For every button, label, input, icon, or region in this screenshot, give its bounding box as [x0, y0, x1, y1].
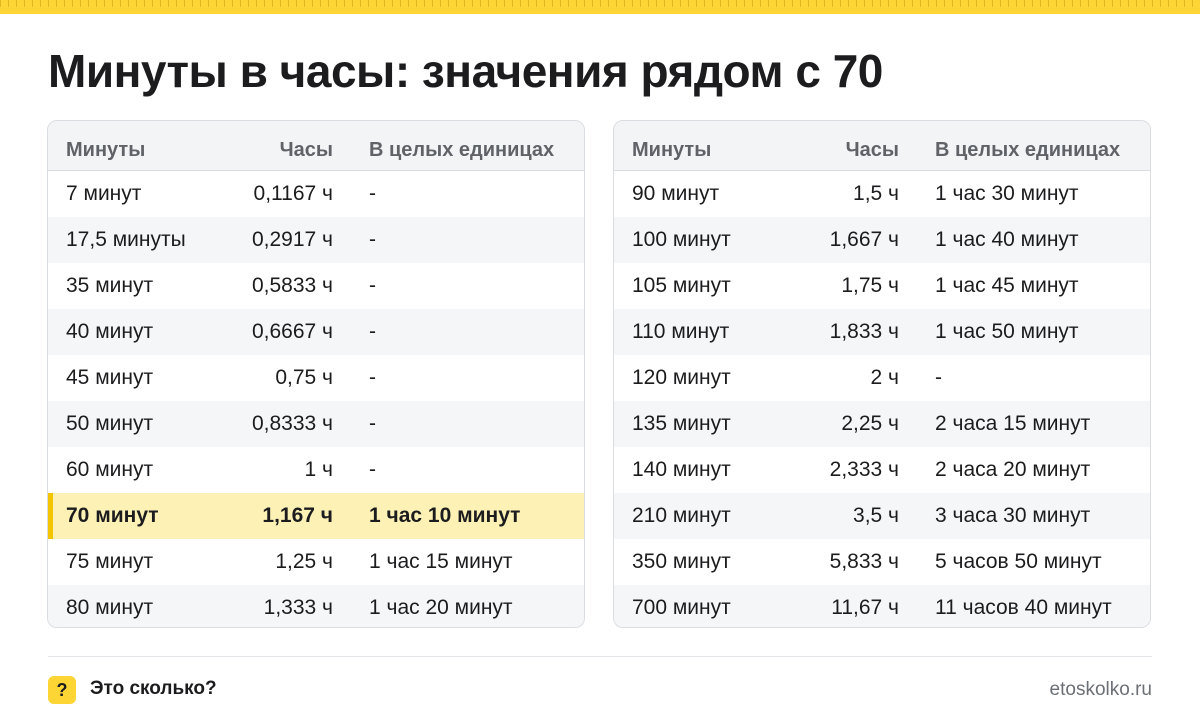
cell-units: 1 час 30 минут [935, 182, 1079, 205]
cell-units: - [369, 458, 376, 481]
cell-units: 1 час 45 минут [935, 274, 1079, 297]
cell-minutes: 60 минут [66, 458, 154, 481]
cell-units: - [369, 412, 376, 435]
cell-minutes: 7 минут [66, 182, 142, 205]
cell-units: 11 часов 40 минут [935, 596, 1112, 619]
cell-minutes: 135 минут [632, 412, 731, 435]
cell-hours: 1,167 ч [262, 504, 333, 527]
cell-hours: 0,75 ч [275, 366, 333, 389]
table-row: 60 минут 1 ч - [48, 447, 584, 493]
table-row: 210 минут 3,5 ч 3 часа 30 минут [614, 493, 1150, 539]
cell-units: 2 часа 20 минут [935, 458, 1091, 481]
cell-minutes: 35 минут [66, 274, 154, 297]
table-row: 45 минут 0,75 ч - [48, 355, 584, 401]
table-body: 90 минут 1,5 ч 1 час 30 минут 100 минут 1,66… [614, 171, 1150, 627]
table-row: 140 минут 2,333 ч 2 часа 20 минут [614, 447, 1150, 493]
cell-minutes: 110 минут [632, 320, 730, 343]
cell-minutes: 70 минут [66, 504, 159, 527]
table-row: 120 минут 2 ч - [614, 355, 1150, 401]
cell-units: - [369, 228, 376, 251]
table-row: 17,5 минуты 0,2917 ч - [48, 217, 584, 263]
cell-units: 3 часа 30 минут [935, 504, 1091, 527]
cell-hours: 3,5 ч [853, 504, 899, 527]
cell-hours: 1,25 ч [275, 550, 333, 573]
table-row: 75 минут 1,25 ч 1 час 15 минут [48, 539, 584, 585]
table-row: 350 минут 5,833 ч 5 часов 50 минут [614, 539, 1150, 585]
brand-name: Это сколько? [90, 678, 217, 699]
cell-minutes: 350 минут [632, 550, 731, 573]
cell-minutes: 17,5 минуты [66, 228, 186, 251]
cell-hours: 1,5 ч [853, 182, 899, 205]
table-header: Минуты Часы В целых единицах [48, 121, 584, 171]
cell-units: 1 час 15 минут [369, 550, 513, 573]
cell-hours: 2,333 ч [829, 458, 899, 481]
cell-hours: 1,333 ч [263, 596, 333, 619]
cell-units: 1 час 50 минут [935, 320, 1079, 343]
cell-hours: 0,8333 ч [251, 412, 333, 435]
cell-hours: 1 ч [304, 458, 333, 481]
question-mark-logo-icon: ? [48, 676, 76, 704]
cell-units: - [369, 274, 376, 297]
table-row: 90 минут 1,5 ч 1 час 30 минут [614, 171, 1150, 217]
cell-minutes: 40 минут [66, 320, 154, 343]
page-title: Минуты в часы: значения рядом с 70 [48, 45, 883, 97]
table-left: Минуты Часы В целых единицах 7 минут 0,11… [47, 120, 585, 628]
cell-minutes: 45 минут [66, 366, 154, 389]
cell-minutes: 90 минут [632, 182, 720, 205]
cell-hours: 0,5833 ч [251, 274, 333, 297]
header-units: В целых единицах [935, 139, 1121, 161]
table-body: 7 минут 0,1167 ч -17,5 минуты 0,2917 ч -35 м… [48, 171, 584, 627]
cell-hours: 0,6667 ч [251, 320, 333, 343]
table-row: 35 минут 0,5833 ч - [48, 263, 584, 309]
cell-hours: 2 ч [870, 366, 899, 389]
table-row: 7 минут 0,1167 ч - [48, 171, 584, 217]
cell-hours: 1,75 ч [841, 274, 899, 297]
cell-minutes: 100 минут [632, 228, 731, 251]
cell-units: - [935, 366, 942, 389]
table-row: 40 минут 0,6667 ч - [48, 309, 584, 355]
cell-minutes: 120 минут [632, 366, 731, 389]
table-row: 135 минут 2,25 ч 2 часа 15 минут [614, 401, 1150, 447]
table-row: 50 минут 0,8333 ч - [48, 401, 584, 447]
cell-minutes: 50 минут [66, 412, 154, 435]
footer-divider [48, 656, 1152, 657]
cell-hours: 0,1167 ч [253, 182, 333, 205]
cell-units: - [369, 320, 376, 343]
cell-minutes: 700 минут [632, 596, 731, 619]
ruler-strip [0, 0, 1200, 14]
table-row: 80 минут 1,333 ч 1 час 20 минут [48, 585, 584, 627]
cell-units: - [369, 182, 376, 205]
cell-hours: 1,667 ч [829, 228, 899, 251]
cell-minutes: 80 минут [66, 596, 154, 619]
cell-hours: 11,67 ч [831, 596, 899, 619]
cell-units: 1 час 40 минут [935, 228, 1079, 251]
table-right: Минуты Часы В целых единицах 90 минут 1,5… [613, 120, 1151, 628]
cell-hours: 0,2917 ч [251, 228, 333, 251]
header-units: В целых единицах [369, 139, 555, 161]
table-header: Минуты Часы В целых единицах [614, 121, 1150, 171]
table-row: 700 минут 11,67 ч 11 часов 40 минут [614, 585, 1150, 627]
table-row: 105 минут 1,75 ч 1 час 45 минут [614, 263, 1150, 309]
cell-hours: 5,833 ч [829, 550, 899, 573]
table-row-highlighted: 70 минут 1,167 ч 1 час 10 минут [48, 493, 584, 539]
cell-minutes: 140 минут [632, 458, 731, 481]
cell-hours: 1,833 ч [829, 320, 899, 343]
cell-units: 2 часа 15 минут [935, 412, 1091, 435]
cell-minutes: 105 минут [632, 274, 731, 297]
cell-units: 5 часов 50 минут [935, 550, 1102, 573]
table-row: 100 минут 1,667 ч 1 час 40 минут [614, 217, 1150, 263]
site-link[interactable]: etoskolko.ru [1050, 679, 1152, 701]
header-minutes: Минуты [632, 139, 712, 161]
cell-units: 1 час 20 минут [369, 596, 513, 619]
cell-units: - [369, 366, 376, 389]
cell-minutes: 210 минут [632, 504, 731, 527]
cell-units: 1 час 10 минут [369, 504, 521, 527]
header-minutes: Минуты [66, 139, 146, 161]
cell-hours: 2,25 ч [841, 412, 899, 435]
header-hours: Часы [845, 139, 899, 161]
table-row: 110 минут 1,833 ч 1 час 50 минут [614, 309, 1150, 355]
header-hours: Часы [279, 139, 333, 161]
cell-minutes: 75 минут [66, 550, 154, 573]
